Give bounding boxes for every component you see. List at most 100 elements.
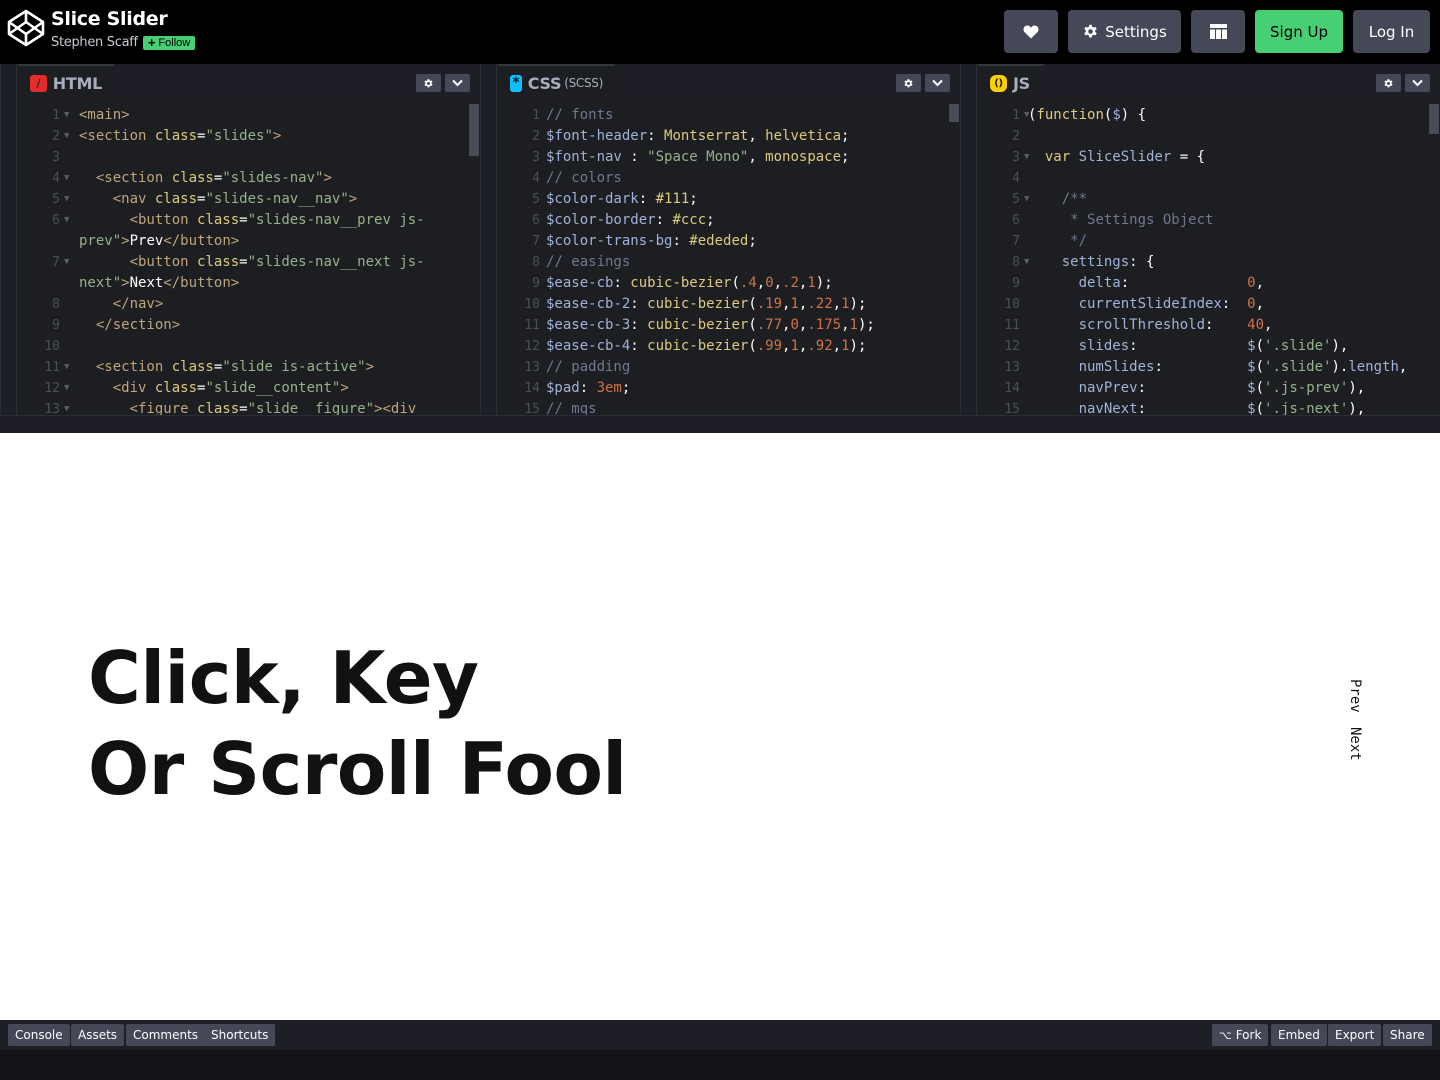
code-token: var: [1044, 149, 1079, 165]
editor-settings-button[interactable]: [1376, 74, 1401, 92]
fold-arrow-icon[interactable]: ▼: [64, 189, 69, 210]
fold-arrow-icon[interactable]: ▼: [64, 168, 69, 189]
editor-scrollbar[interactable]: [949, 104, 959, 122]
line-number: 6: [52, 213, 60, 228]
code-line: 9 delta: 0,: [978, 273, 1440, 294]
css-editor[interactable]: * CSS (SCSS) 1 // fonts 2 $font-header: Mon…: [498, 64, 960, 415]
code-token: = {: [1171, 149, 1206, 165]
line-number: 13: [44, 402, 60, 415]
code-token: ,: [1255, 296, 1265, 312]
fork-button[interactable]: ⌥ Fork: [1212, 1024, 1269, 1046]
export-button[interactable]: Export: [1328, 1024, 1382, 1046]
fold-arrow-icon[interactable]: ▼: [64, 105, 69, 126]
editor-settings-button[interactable]: [416, 74, 441, 92]
editor-collapse-button[interactable]: [925, 74, 950, 92]
html-code[interactable]: 1 ▼ <main> 2 ▼ <section class="slides"> 3 4 ▼ <s…: [18, 105, 480, 415]
editors-resize-bar[interactable]: [0, 415, 1440, 433]
code-line: 13 ▼ <figure class="slide__figure"><div: [18, 399, 480, 415]
js-code[interactable]: 1 ▼ (function($) {2 3 ▼ var SliceSlider = {4…: [978, 105, 1440, 415]
code-text: <main>: [79, 105, 466, 126]
code-text: $color-border: #ccc;: [546, 210, 946, 231]
code-line: 8 // easings: [498, 252, 960, 273]
code-token: $ease-cb-3: [546, 317, 631, 333]
code-line: 7 */: [978, 231, 1440, 252]
code-token: 1: [807, 275, 816, 291]
css-tab-label: CSS: [527, 73, 562, 93]
fold-arrow-icon[interactable]: ▼: [64, 210, 69, 231]
code-line: 3: [18, 147, 480, 168]
line-number: 10: [1004, 297, 1020, 312]
bottom-footer: Console Assets Comments Shortcuts ⌥ Fork…: [0, 1020, 1440, 1080]
code-line: 8 ▼ settings: {: [978, 252, 1440, 273]
code-token: );: [849, 338, 867, 354]
code-token: "slide is-active": [222, 359, 366, 375]
follow-button[interactable]: + Follow: [142, 35, 196, 50]
code-token: : {: [1129, 254, 1155, 270]
line-number: 14: [1004, 381, 1020, 396]
fold-arrow-icon[interactable]: ▼: [64, 252, 69, 273]
code-line: 12 $ease-cb-4: cubic-bezier(.99,1,.92,1);: [498, 336, 960, 357]
share-button[interactable]: Share: [1383, 1024, 1432, 1046]
code-text: slides: $('.slide'),: [1028, 336, 1426, 357]
author-name[interactable]: Stephen Scaff: [51, 35, 138, 50]
log-in-button[interactable]: Log In: [1353, 10, 1430, 53]
next-button[interactable]: Next: [1347, 727, 1363, 761]
code-token: >: [121, 275, 130, 291]
code-token: :: [1205, 317, 1248, 333]
editor-resizer[interactable]: [0, 64, 17, 415]
code-token: // easings: [546, 254, 631, 270]
code-line: 12 ▼ <div class="slide__content">: [18, 378, 480, 399]
css-code[interactable]: 1 // fonts 2 $font-header: Montserrat, helv…: [498, 105, 960, 415]
codepen-logo-icon[interactable]: [7, 9, 45, 47]
settings-button[interactable]: Settings: [1068, 10, 1181, 53]
code-token: $font-nav: [546, 149, 622, 165]
code-text: $ease-cb-4: cubic-bezier(.99,1,.92,1);: [546, 336, 946, 357]
editor-collapse-button[interactable]: [445, 74, 470, 92]
code-token: '.slide': [1264, 359, 1332, 375]
code-token: navNext: [1078, 401, 1138, 415]
code-token: length: [1348, 359, 1399, 375]
code-token: 40: [1247, 317, 1265, 333]
love-button[interactable]: [1004, 10, 1058, 53]
editor-resizer[interactable]: [960, 64, 977, 415]
fold-arrow-icon[interactable]: ▼: [64, 126, 69, 147]
code-text: $ease-cb-3: cubic-bezier(.77,0,.175,1);: [546, 315, 946, 336]
console-button[interactable]: Console: [8, 1024, 70, 1046]
code-token: <figure: [129, 401, 198, 415]
code-text: currentSlideIndex: 0,: [1028, 294, 1426, 315]
assets-button[interactable]: Assets: [71, 1024, 125, 1046]
js-tab[interactable]: () JS: [978, 64, 1044, 100]
css-tab[interactable]: * CSS (SCSS): [498, 64, 615, 100]
comments-button[interactable]: Comments: [126, 1024, 206, 1046]
editor-resizer[interactable]: [480, 64, 497, 415]
code-token: <section: [95, 359, 172, 375]
code-token: :: [647, 128, 665, 144]
gear-icon: [1084, 24, 1097, 38]
editor-scrollbar[interactable]: [469, 104, 479, 156]
code-line: 11 scrollThreshold: 40,: [978, 315, 1440, 336]
code-token: $ease-cb-4: [546, 338, 631, 354]
fold-arrow-icon[interactable]: ▼: [64, 378, 69, 399]
change-view-button[interactable]: [1191, 10, 1245, 53]
embed-button[interactable]: Embed: [1271, 1024, 1327, 1046]
prev-button[interactable]: Prev: [1347, 679, 1363, 713]
code-token: '.js-next': [1264, 401, 1349, 415]
editor-collapse-button[interactable]: [1405, 74, 1430, 92]
shortcuts-button[interactable]: Shortcuts: [204, 1024, 276, 1046]
code-line: 6 * Settings Object: [978, 210, 1440, 231]
line-number: 12: [524, 339, 540, 354]
fold-arrow-icon[interactable]: ▼: [64, 357, 69, 378]
sign-up-button[interactable]: Sign Up: [1255, 10, 1343, 53]
code-token: ,: [748, 149, 766, 165]
html-tab[interactable]: / HTML: [18, 64, 114, 100]
js-editor[interactable]: () JS 1 ▼ (function($) {2 3 ▼ var SliceSlide…: [978, 64, 1440, 415]
fold-arrow-icon[interactable]: ▼: [64, 399, 69, 415]
editor-settings-button[interactable]: [896, 74, 921, 92]
code-line: 4 // colors: [498, 168, 960, 189]
code-token: :: [672, 233, 690, 249]
editor-scrollbar[interactable]: [1429, 104, 1439, 134]
html-editor[interactable]: / HTML 1 ▼ <main> 2 ▼ <section class="slides"…: [18, 64, 480, 415]
